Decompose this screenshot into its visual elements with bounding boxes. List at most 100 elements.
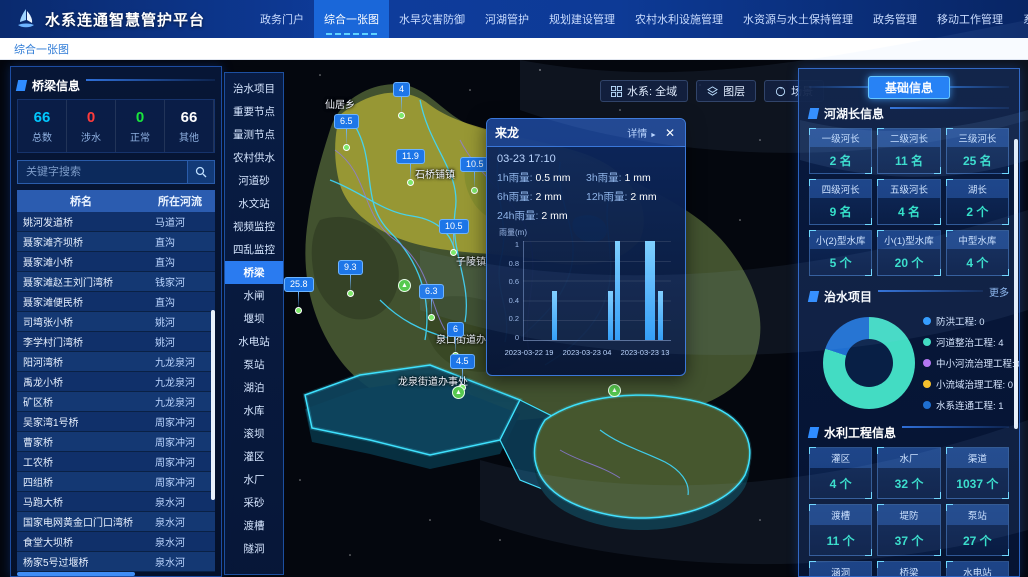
legend-item: 水系连通工程: 1 bbox=[923, 398, 1020, 412]
water-system-scope-button[interactable]: 水系: 全域 bbox=[600, 80, 688, 102]
card-value: 4 名 bbox=[878, 198, 939, 224]
table-row[interactable]: 马跑大桥 泉水河 bbox=[17, 492, 215, 512]
table-vertical-scrollbar[interactable] bbox=[211, 310, 215, 500]
search-button[interactable] bbox=[187, 160, 215, 184]
table-row[interactable]: 姚河发道桥 马道河 bbox=[17, 212, 215, 232]
layer-menu-item[interactable]: 量测节点 bbox=[225, 123, 283, 146]
right-panel-scrollbar[interactable] bbox=[1014, 139, 1018, 429]
table-row[interactable]: 国家电网黄金口门口湾桥 泉水河 bbox=[17, 512, 215, 532]
layer-menu-item[interactable]: 采砂 bbox=[225, 491, 283, 514]
layers-button[interactable]: 图层 bbox=[696, 80, 756, 102]
x-tick: 2023-03-22 19 bbox=[505, 348, 554, 357]
map-poi-icon[interactable]: ▲ bbox=[608, 384, 621, 397]
map-marker[interactable]: 6.5 bbox=[334, 114, 359, 151]
nav-item[interactable]: 河湖管护 bbox=[475, 0, 539, 38]
y-tick: 0.4 bbox=[509, 297, 519, 304]
map-marker[interactable]: 9.3 bbox=[338, 260, 363, 297]
y-tick: 0.6 bbox=[509, 278, 519, 285]
layer-menu-item[interactable]: 治水项目 bbox=[225, 77, 283, 100]
rainfall-metric: 3h雨量: 1 mm bbox=[586, 170, 675, 185]
card-label: 四级河长 bbox=[810, 180, 871, 198]
table-row[interactable]: 聂家滩赵王刘门湾桥 钱家河 bbox=[17, 272, 215, 292]
table-row[interactable]: 吴家湾1号桥 周家冲河 bbox=[17, 412, 215, 432]
layer-menu-item[interactable]: 水电站 bbox=[225, 330, 283, 353]
nav-item[interactable]: 综合一张图 bbox=[314, 0, 389, 38]
rainfall-metric: 1h雨量: 0.5 mm bbox=[497, 170, 586, 185]
layer-menu-item[interactable]: 隧洞 bbox=[225, 537, 283, 560]
legend-item: 河道整治工程: 4 bbox=[923, 335, 1020, 349]
map-marker[interactable]: 6.3 bbox=[419, 284, 444, 321]
nav-item[interactable]: 农村水利设施管理 bbox=[625, 0, 733, 38]
map-marker[interactable]: 10.5 bbox=[439, 219, 469, 256]
layer-menu-item[interactable]: 重要节点 bbox=[225, 100, 283, 123]
breadcrumb[interactable]: 综合一张图 bbox=[0, 41, 69, 57]
layer-menu-item[interactable]: 湖泊 bbox=[225, 376, 283, 399]
table-row[interactable]: 四组桥 周家冲河 bbox=[17, 472, 215, 492]
marker-pin-icon bbox=[398, 112, 405, 119]
layer-menu-item[interactable]: 滚坝 bbox=[225, 422, 283, 445]
card-label: 小(2)型水库 bbox=[810, 231, 871, 249]
table-row[interactable]: 食堂大坝桥 泉水河 bbox=[17, 532, 215, 552]
metric-value: 2 mm bbox=[541, 210, 567, 222]
card-value: 5 个 bbox=[810, 249, 871, 275]
table-row[interactable]: 矿区桥 九龙泉河 bbox=[17, 392, 215, 412]
table-row[interactable]: 聂家滩小桥 直沟 bbox=[17, 252, 215, 272]
nav-item[interactable]: 政务管理 bbox=[863, 0, 927, 38]
river-name-cell: 马道河 bbox=[145, 214, 215, 229]
layer-menu-item[interactable]: 水库 bbox=[225, 399, 283, 422]
card-value: 11 名 bbox=[878, 147, 939, 173]
card-label: 湖长 bbox=[947, 180, 1008, 198]
bridge-name-cell: 禹龙小桥 bbox=[17, 374, 145, 389]
table-row[interactable]: 李学村门湾桥 姚河 bbox=[17, 332, 215, 352]
bridge-stat: 0 涉水 bbox=[67, 100, 116, 152]
metric-value: 1 mm bbox=[625, 172, 651, 184]
popup-header: 来龙 详情 ► ✕ bbox=[487, 119, 685, 147]
table-horizontal-scrollbar[interactable] bbox=[17, 572, 135, 576]
map-marker[interactable]: 25.8 bbox=[284, 277, 314, 314]
layer-menu-item[interactable]: 河道砂 bbox=[225, 169, 283, 192]
table-row[interactable]: 工农桥 周家冲河 bbox=[17, 452, 215, 472]
layer-menu-item[interactable]: 桥梁 bbox=[225, 261, 283, 284]
table-row[interactable]: 杨家5号过堰桥 泉水河 bbox=[17, 552, 215, 572]
map-poi-icon[interactable]: ▲ bbox=[452, 386, 465, 399]
nav-item[interactable]: 移动工作管理 bbox=[927, 0, 1013, 38]
nav-item[interactable]: 水资源与水土保持管理 bbox=[733, 0, 863, 38]
table-row[interactable]: 司塆张小桥 姚河 bbox=[17, 312, 215, 332]
layer-menu-item[interactable]: 灌区 bbox=[225, 445, 283, 468]
table-row[interactable]: 阳河湾桥 九龙泉河 bbox=[17, 352, 215, 372]
info-card: 三级河长 25 名 bbox=[946, 128, 1009, 174]
layer-menu-item[interactable]: 泵站 bbox=[225, 353, 283, 376]
map-marker[interactable]: 4.5 bbox=[450, 354, 475, 391]
marker-pin-icon bbox=[407, 179, 414, 186]
stat-label: 涉水 bbox=[81, 129, 101, 144]
popup-details-link[interactable]: 详情 ► bbox=[627, 125, 657, 140]
layer-menu-item[interactable]: 水闸 bbox=[225, 284, 283, 307]
marker-stem bbox=[346, 129, 347, 145]
nav-item[interactable]: 系统管理 bbox=[1013, 0, 1028, 38]
layer-menu-item[interactable]: 水文站 bbox=[225, 192, 283, 215]
map-marker[interactable]: 4 bbox=[393, 82, 410, 119]
map-poi-icon[interactable]: ▲ bbox=[398, 279, 411, 292]
layer-menu-item[interactable]: 水厂 bbox=[225, 468, 283, 491]
projects-more-link[interactable]: 更多 bbox=[989, 284, 1009, 299]
nav-item[interactable]: 规划建设管理 bbox=[539, 0, 625, 38]
table-row[interactable]: 聂家滩齐坝桥 直沟 bbox=[17, 232, 215, 252]
river-name-cell: 九龙泉河 bbox=[145, 374, 215, 389]
layer-menu-item[interactable]: 视频监控 bbox=[225, 215, 283, 238]
nav-item[interactable]: 政务门户 bbox=[250, 0, 314, 38]
nav-item[interactable]: 水旱灾害防御 bbox=[389, 0, 475, 38]
close-icon[interactable]: ✕ bbox=[663, 126, 677, 140]
legend-label: 防洪工程: 0 bbox=[936, 314, 985, 328]
marker-pin-icon bbox=[471, 187, 478, 194]
table-row[interactable]: 聂家滩便民桥 直沟 bbox=[17, 292, 215, 312]
search-input[interactable] bbox=[17, 160, 187, 184]
tab-basic-info[interactable]: 基础信息 bbox=[868, 76, 950, 99]
layer-menu-item[interactable]: 渡槽 bbox=[225, 514, 283, 537]
layer-menu-item[interactable]: 堰坝 bbox=[225, 307, 283, 330]
table-row[interactable]: 禹龙小桥 九龙泉河 bbox=[17, 372, 215, 392]
table-row[interactable]: 曹家桥 周家冲河 bbox=[17, 432, 215, 452]
map-marker[interactable]: 11.9 bbox=[396, 149, 425, 186]
river-name-cell: 直沟 bbox=[145, 254, 215, 269]
layer-menu-item[interactable]: 农村供水 bbox=[225, 146, 283, 169]
layer-menu-item[interactable]: 四乱监控 bbox=[225, 238, 283, 261]
